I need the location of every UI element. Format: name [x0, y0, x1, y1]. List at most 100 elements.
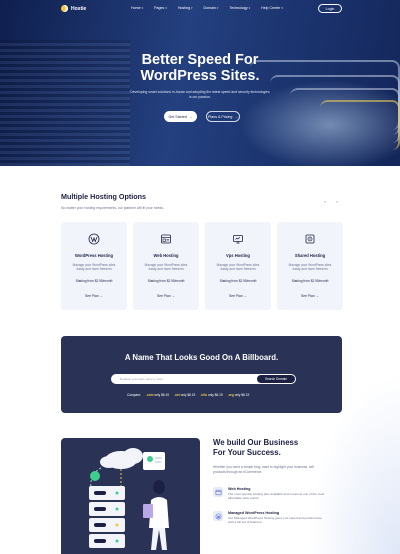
- feature-description: Our Managed WordPress Hosting gives you …: [228, 516, 322, 525]
- arrow-right-icon: →: [171, 294, 176, 298]
- compare-label: Compare:: [127, 393, 141, 397]
- card-title: WordPress Hosting: [75, 253, 113, 258]
- tld-price: only $6.19: [154, 393, 170, 397]
- vps-icon: [231, 232, 245, 246]
- tld-price-list: Compare: .com only $6.19 .net only $6.19…: [127, 393, 249, 397]
- link-label: See Plan: [156, 294, 171, 298]
- business-illustration: [61, 438, 200, 554]
- feature-title: Managed WordPress Hosting: [228, 511, 280, 515]
- card-title: Vps Hosting: [226, 253, 250, 258]
- link-label: See Plan: [84, 294, 99, 298]
- arrow-right-icon: →: [188, 114, 193, 119]
- see-plan-link[interactable]: See Plan →: [277, 294, 343, 298]
- feature-title: Web Hosting: [228, 487, 251, 491]
- tld-extension: .com: [146, 393, 154, 397]
- hero-section: Hostie Home ▾ Pages ▾ Hosting ▾ Domain ▾ Tec…: [0, 0, 400, 166]
- hosting-card[interactable]: Web Hosting Manage your WordPress sites …: [133, 222, 199, 310]
- see-plan-link[interactable]: See Plan →: [205, 294, 271, 298]
- nav-item-domain[interactable]: Domain ▾: [204, 6, 219, 10]
- hosting-section-title: Multiple Hosting Options: [61, 192, 147, 201]
- hero-title-line: WordPress Sites.: [140, 68, 260, 84]
- hero-title: Better Speed For WordPress Sites.: [100, 52, 300, 84]
- brand-name: Hostie: [71, 5, 87, 12]
- plans-pricing-button[interactable]: Plans & Pricing →: [206, 111, 240, 122]
- card-description: Manage your WordPress sites easily and m…: [216, 263, 260, 272]
- button-label: Get Started: [168, 114, 187, 119]
- hero-subtitle: Developing smart solutions in-house and …: [130, 90, 270, 99]
- card-description: Manage your WordPress sites easily and m…: [72, 263, 116, 272]
- link-label: See Plan: [228, 294, 243, 298]
- wordpress-icon: [87, 232, 101, 246]
- tld-extension: .info: [200, 393, 208, 397]
- get-started-button[interactable]: Get Started →: [164, 111, 197, 122]
- hosting-card[interactable]: Vps Hosting Manage your WordPress sites …: [205, 222, 271, 310]
- chevron-down-icon: ▾: [248, 6, 251, 10]
- domain-search-panel: A Name That Looks Good On A Billboard. R…: [61, 336, 342, 413]
- tld-item: .info only $6.19: [200, 393, 222, 397]
- chevron-down-icon: ▾: [191, 6, 193, 10]
- web-hosting-icon: [159, 232, 173, 246]
- see-plan-link[interactable]: See Plan →: [61, 294, 127, 298]
- nav-item-help-center[interactable]: Help Center ▾: [261, 6, 283, 10]
- top-navigation: Hostie Home ▾ Pages ▾ Hosting ▾ Domain ▾ Tec…: [0, 0, 400, 18]
- hosting-cards: WordPress Hosting Manage your WordPress …: [61, 222, 343, 310]
- brand-logo[interactable]: Hostie: [61, 5, 86, 12]
- main-menu: Home ▾ Pages ▾ Hosting ▾ Domain ▾ Technology…: [131, 6, 283, 10]
- tld-item: .org only $6.19: [228, 393, 250, 397]
- domain-title: A Name That Looks Good On A Billboard.: [124, 353, 279, 362]
- see-plan-link[interactable]: See Plan →: [133, 294, 199, 298]
- nav-item-label: Hosting: [177, 6, 191, 10]
- arrow-right-icon: →: [234, 114, 238, 119]
- hosting-card[interactable]: Shared Hosting Manage your WordPress sit…: [277, 222, 343, 310]
- card-price: Starting from $2.95/month: [75, 279, 113, 283]
- nav-item-home[interactable]: Home ▾: [131, 6, 143, 10]
- tld-item: .net only $6.19: [174, 393, 195, 397]
- nav-item-pages[interactable]: Pages ▾: [154, 6, 167, 10]
- nav-item-label: Pages: [154, 6, 165, 10]
- nav-item-label: Technology: [229, 6, 248, 10]
- build-section-description: Whether you need a simple blog, want to …: [213, 465, 314, 474]
- tld-extension: .org: [227, 393, 234, 397]
- hosting-card[interactable]: WordPress Hosting Manage your WordPress …: [61, 222, 127, 310]
- chevron-right-icon: ›: [336, 198, 338, 204]
- nav-item-label: Domain: [203, 6, 216, 10]
- card-description: Manage your WordPress sites easily and m…: [288, 263, 332, 272]
- carousel-prev-button[interactable]: ‹: [321, 197, 329, 205]
- web-hosting-icon: [213, 487, 223, 497]
- nav-item-label: Help Center: [261, 6, 281, 10]
- login-button[interactable]: Login: [318, 4, 342, 13]
- chevron-down-icon: ▾: [141, 6, 144, 10]
- card-title: Shared Hosting: [294, 253, 326, 258]
- link-label: See Plan: [300, 294, 315, 298]
- feature-description: The most popular hosting plan available …: [228, 492, 325, 501]
- nav-item-hosting[interactable]: Hosting ▾: [178, 6, 193, 10]
- nav-item-label: Home: [131, 6, 141, 10]
- search-domain-button[interactable]: Search Domain: [257, 375, 295, 383]
- tld-item: .com only $6.19: [146, 393, 169, 397]
- domain-search-input[interactable]: Register a domain name to start: [120, 377, 163, 381]
- shared-hosting-icon: [303, 232, 317, 246]
- card-description: Manage your WordPress sites easily and m…: [144, 263, 188, 272]
- arrow-right-icon: →: [243, 294, 248, 298]
- feature-text: Web Hosting The most popular hosting pla…: [228, 487, 326, 500]
- logo-mark-icon: [61, 5, 68, 12]
- build-title-line: For Your Success.: [213, 448, 281, 457]
- card-price: Starting from $2.95/month: [291, 279, 329, 283]
- tld-price: only $6.19: [234, 393, 250, 397]
- button-label: Plans & Pricing: [208, 114, 233, 119]
- chevron-down-icon: ▾: [165, 6, 167, 10]
- tld-price: only $6.19: [207, 393, 223, 397]
- hero-title-line: Better Speed For: [141, 52, 259, 68]
- build-title-line: We build Our Business: [213, 438, 299, 447]
- arrow-right-icon: →: [315, 294, 320, 298]
- feature-item: Web Hosting The most popular hosting pla…: [213, 487, 326, 500]
- card-price: Starting from $2.95/month: [219, 279, 257, 283]
- chevron-down-icon: ▾: [216, 6, 219, 10]
- nav-item-technology[interactable]: Technology ▾: [229, 6, 250, 10]
- hero-cable: [320, 100, 400, 150]
- build-section-title: We build Our Business For Your Success.: [213, 438, 343, 458]
- carousel-next-button[interactable]: ›: [333, 197, 341, 205]
- hosting-section-subtitle: No matter your hosting requirements, our…: [61, 206, 164, 210]
- wordpress-hosting-icon: [213, 511, 223, 521]
- chevron-left-icon: ‹: [324, 198, 326, 204]
